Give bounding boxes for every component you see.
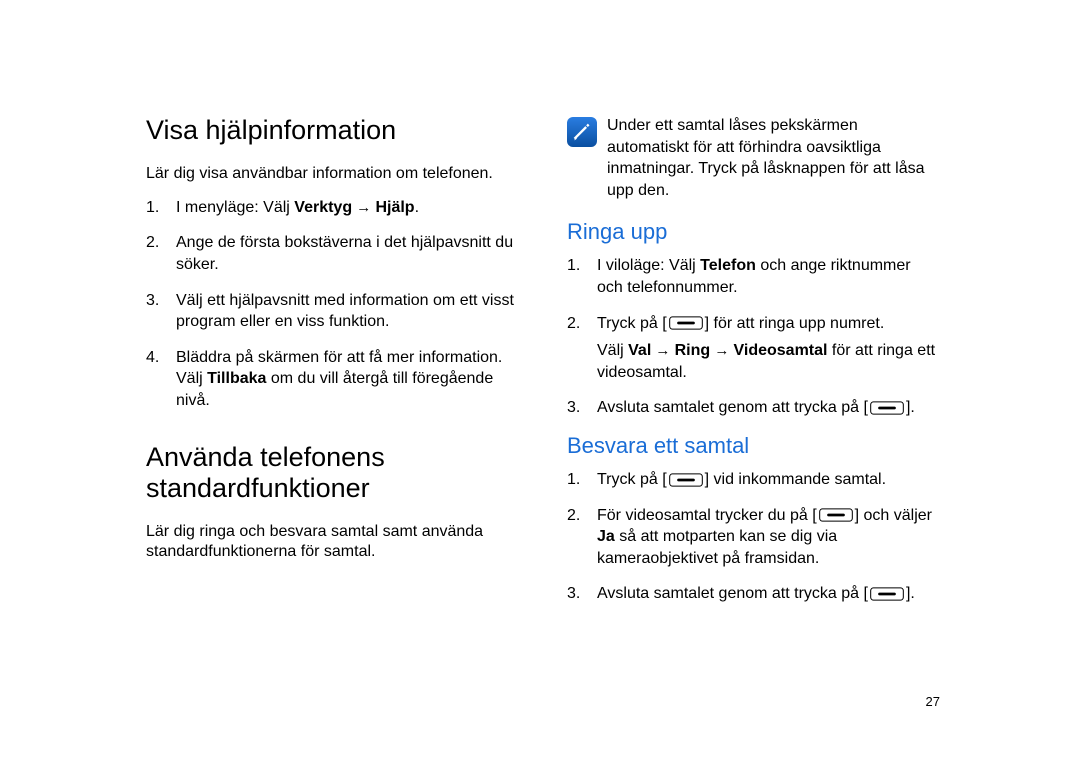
bold-text: Verktyg xyxy=(294,199,352,216)
answer-steps: Tryck på [ ] vid inkommande samtal. För v… xyxy=(567,469,940,605)
text: För videosamtal trycker du på [ xyxy=(597,507,817,524)
intro-basic: Lär dig ringa och besvara samtal samt an… xyxy=(146,522,519,564)
end-key-icon xyxy=(870,587,904,601)
list-item: För videosamtal trycker du på [ ] och väl… xyxy=(567,505,940,570)
bold-text: Val xyxy=(628,342,651,359)
list-item: I viloläge: Välj Telefon och ange riktnu… xyxy=(567,255,940,298)
arrow-icon: → xyxy=(651,342,674,359)
bold-text: Telefon xyxy=(700,257,756,274)
list-item: Avsluta samtalet genom att trycka på []. xyxy=(567,583,940,605)
text: ] för att ringa upp numret. xyxy=(705,315,885,332)
text: så att motparten kan se dig via kameraob… xyxy=(597,528,837,567)
heading-answer: Besvara ett samtal xyxy=(567,433,940,459)
list-item: Välj ett hjälpavsnitt med information om… xyxy=(146,290,519,333)
note-text: Under ett samtal låses pekskärmen automa… xyxy=(607,115,940,201)
text: Avsluta samtalet genom att trycka på [ xyxy=(597,585,868,602)
list-item: Tryck på [ ] för att ringa upp numret. Vä… xyxy=(567,313,940,384)
call-key-icon xyxy=(669,473,703,487)
call-steps: I viloläge: Välj Telefon och ange riktnu… xyxy=(567,255,940,419)
end-key-icon xyxy=(870,401,904,415)
text: ]. xyxy=(906,585,915,602)
bold-text: Ja xyxy=(597,528,615,545)
list-item: Bläddra på skärmen för att få mer inform… xyxy=(146,347,519,412)
text: Tryck på [ xyxy=(597,471,667,488)
heading-call: Ringa upp xyxy=(567,219,940,245)
text: ] vid inkommande samtal. xyxy=(705,471,886,488)
help-steps: I menyläge: Välj Verktyg → Hjälp. Ange d… xyxy=(146,197,519,412)
note-box: Under ett samtal låses pekskärmen automa… xyxy=(567,115,940,201)
bold-text: Hjälp xyxy=(375,199,414,216)
text: ]. xyxy=(906,399,915,416)
call-key-icon xyxy=(819,508,853,522)
list-item: Ange de första bokstäverna i det hjälpav… xyxy=(146,232,519,275)
text: Avsluta samtalet genom att trycka på [ xyxy=(597,399,868,416)
arrow-icon: → xyxy=(352,199,375,216)
intro-help: Lär dig visa användbar information om te… xyxy=(146,164,519,185)
call-key-icon xyxy=(669,316,703,330)
heading-basic-functions: Använda telefonens standardfunktioner xyxy=(146,442,519,504)
bold-text: Ring xyxy=(675,342,711,359)
list-item: Avsluta samtalet genom att trycka på []. xyxy=(567,397,940,419)
text: Välj xyxy=(597,342,628,359)
left-column: Visa hjälpinformation Lär dig visa använ… xyxy=(146,115,519,619)
text: I viloläge: Välj xyxy=(597,257,700,274)
list-item: Tryck på [ ] vid inkommande samtal. xyxy=(567,469,940,491)
text: . xyxy=(415,199,419,216)
manual-page: Visa hjälpinformation Lär dig visa använ… xyxy=(146,115,940,619)
note-icon xyxy=(567,117,597,147)
text: Tryck på [ xyxy=(597,315,667,332)
right-column: Under ett samtal låses pekskärmen automa… xyxy=(567,115,940,619)
arrow-icon: → xyxy=(710,342,733,359)
bold-text: Videosamtal xyxy=(734,342,828,359)
text: ] och väljer xyxy=(855,507,932,524)
sub-text: Välj Val → Ring → Videosamtal för att ri… xyxy=(597,340,940,383)
page-number: 27 xyxy=(926,694,940,709)
heading-help-info: Visa hjälpinformation xyxy=(146,115,519,146)
bold-text: Tillbaka xyxy=(207,370,266,387)
text: I menyläge: Välj xyxy=(176,199,294,216)
list-item: I menyläge: Välj Verktyg → Hjälp. xyxy=(146,197,519,219)
